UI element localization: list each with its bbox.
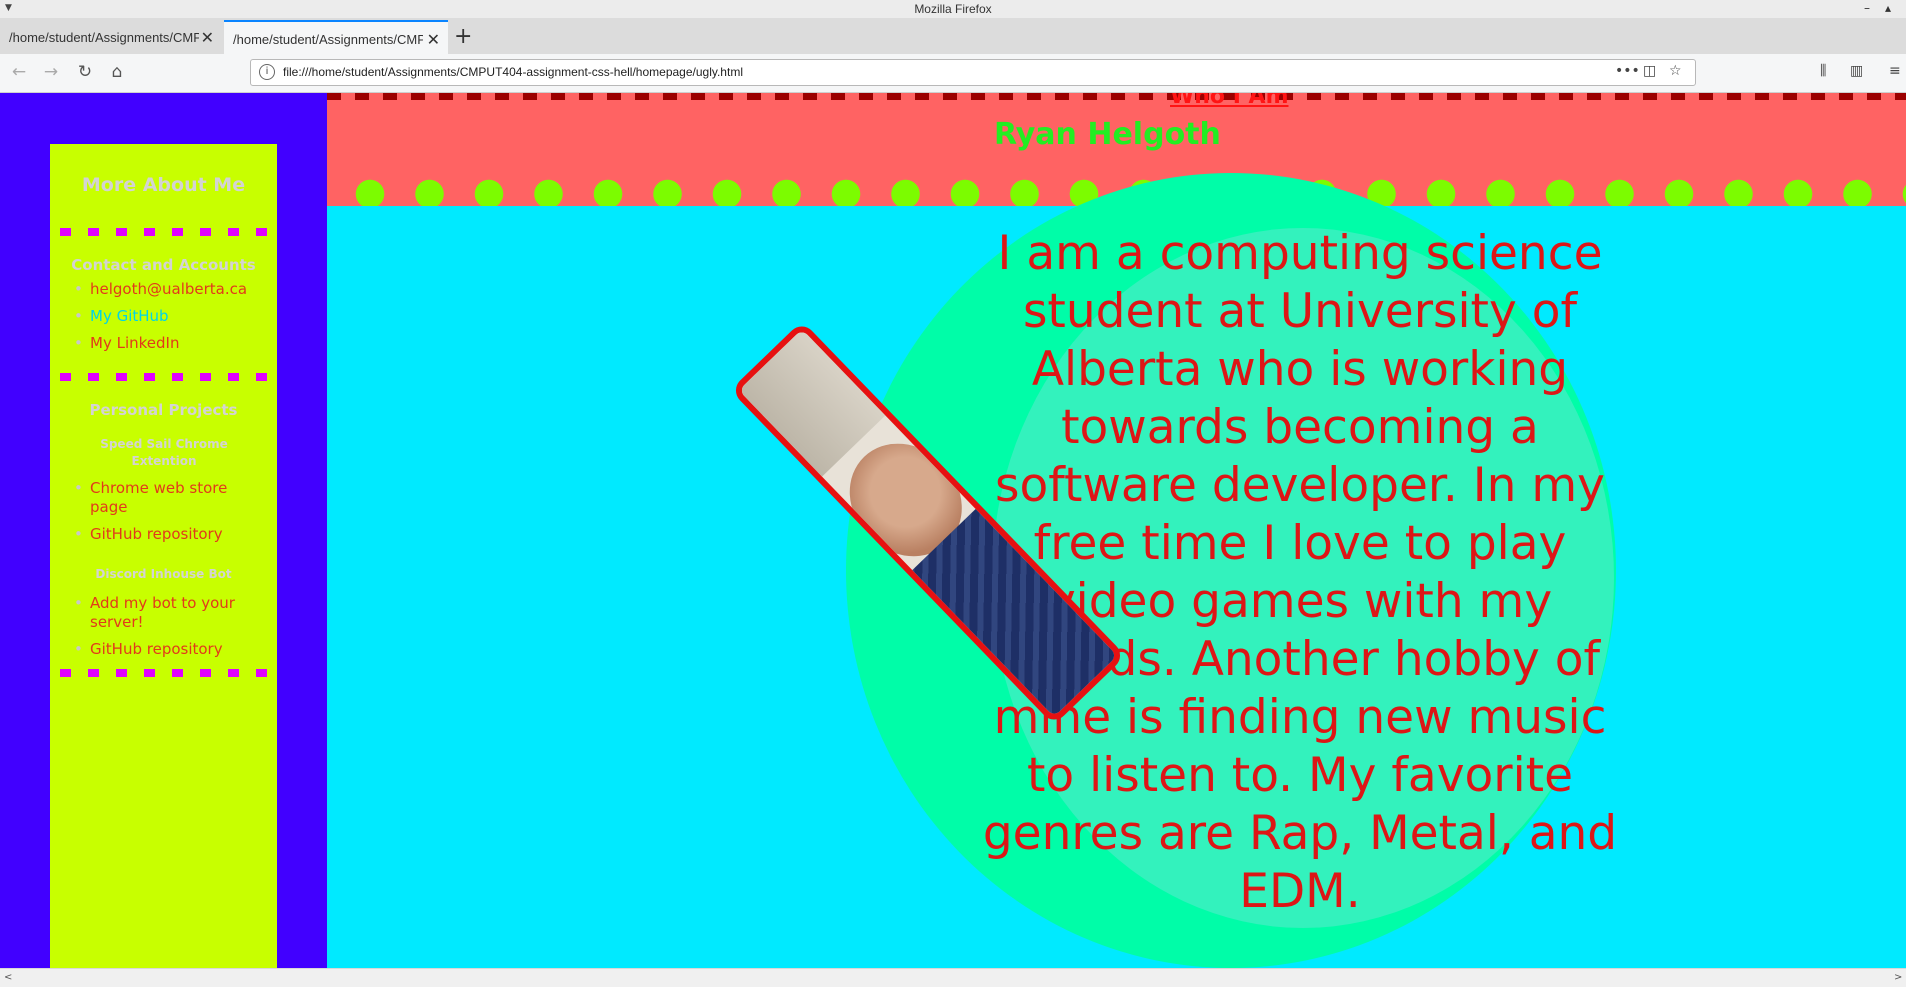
window-title: Mozilla Firefox xyxy=(914,2,992,16)
url-bar[interactable]: i file:///home/student/Assignments/CMPUT… xyxy=(250,59,1696,86)
url-text[interactable]: file:///home/student/Assignments/CMPUT40… xyxy=(283,65,743,79)
tab-title: /home/student/Assignments/CMPUT404-assig… xyxy=(233,32,423,47)
close-tab-icon[interactable]: ✕ xyxy=(427,30,440,50)
window-titlebar: ▼ Mozilla Firefox – ▴ xyxy=(0,0,1906,19)
project1-github-link[interactable]: GitHub repository xyxy=(50,525,277,544)
scroll-left-icon[interactable]: < xyxy=(4,972,12,983)
chrome-store-link[interactable]: Chrome web store page xyxy=(50,479,277,517)
project1-links: Chrome web store page GitHub repository xyxy=(50,479,277,544)
more-icon[interactable]: ••• xyxy=(1615,63,1640,79)
projects-heading: Personal Projects xyxy=(89,401,238,419)
page-viewport: More About Me Contact and Accounts helgo… xyxy=(0,93,1906,968)
sidebar-heading: More About Me xyxy=(81,174,246,196)
minimize-icon[interactable]: – xyxy=(1860,1,1874,15)
tab-2-active[interactable]: /home/student/Assignments/CMPUT404-assig… xyxy=(224,20,448,54)
email-link[interactable]: helgoth@ualberta.ca xyxy=(50,276,277,303)
tab-title: /home/student/Assignments/CMPUT404-assig… xyxy=(9,30,199,45)
divider xyxy=(60,373,268,381)
home-icon[interactable]: ⌂ xyxy=(106,62,128,82)
tab-bar: /home/student/Assignments/CMPUT404-assig… xyxy=(0,18,1906,54)
forward-icon[interactable]: → xyxy=(40,62,62,82)
new-tab-icon[interactable]: + xyxy=(454,24,472,49)
header-dashed-border xyxy=(327,93,1906,100)
page-header: Who I Am Ryan Helgoth xyxy=(327,93,1906,206)
library-icon[interactable]: ⫼ xyxy=(1820,63,1826,79)
pocket-icon[interactable]: ◫ xyxy=(1643,63,1656,79)
section-title: Who I Am xyxy=(1170,93,1289,109)
divider xyxy=(60,228,268,236)
project2-links: Add my bot to your server! GitHub reposi… xyxy=(50,594,277,659)
project2-title: Discord Inhouse Bot xyxy=(95,567,232,581)
reload-icon[interactable]: ↻ xyxy=(74,62,96,82)
horizontal-scrollbar[interactable]: < > xyxy=(0,968,1906,987)
contact-list: helgoth@ualberta.ca My GitHub My LinkedI… xyxy=(50,276,277,357)
github-link[interactable]: My GitHub xyxy=(50,303,277,330)
tab-1[interactable]: /home/student/Assignments/CMPUT404-assig… xyxy=(0,20,222,54)
maximize-icon[interactable]: ▴ xyxy=(1881,1,1895,15)
scroll-right-icon[interactable]: > xyxy=(1894,972,1902,983)
linkedin-link[interactable]: My LinkedIn xyxy=(50,330,277,357)
sidebar-icon[interactable]: ▥ xyxy=(1850,63,1863,79)
sidebar: More About Me Contact and Accounts helgo… xyxy=(50,144,277,968)
back-icon[interactable]: ← xyxy=(8,62,30,82)
divider xyxy=(60,669,268,677)
add-bot-link[interactable]: Add my bot to your server! xyxy=(50,594,277,632)
contact-heading: Contact and Accounts xyxy=(71,256,256,274)
author-name: Ryan Helgoth xyxy=(994,117,1221,152)
nav-toolbar: ← → ↻ ⌂ i file:///home/student/Assignmen… xyxy=(0,54,1906,93)
info-icon[interactable]: i xyxy=(259,64,275,80)
close-tab-icon[interactable]: ✕ xyxy=(201,28,214,48)
left-column: More About Me Contact and Accounts helgo… xyxy=(0,93,327,968)
bookmark-star-icon[interactable]: ☆ xyxy=(1669,63,1682,79)
menu-icon[interactable]: ≡ xyxy=(1889,63,1901,79)
project2-github-link[interactable]: GitHub repository xyxy=(50,640,277,659)
bio-text: I am a computing science student at Univ… xyxy=(982,226,1618,919)
project1-title: Speed Sail Chrome Extention xyxy=(100,437,228,468)
